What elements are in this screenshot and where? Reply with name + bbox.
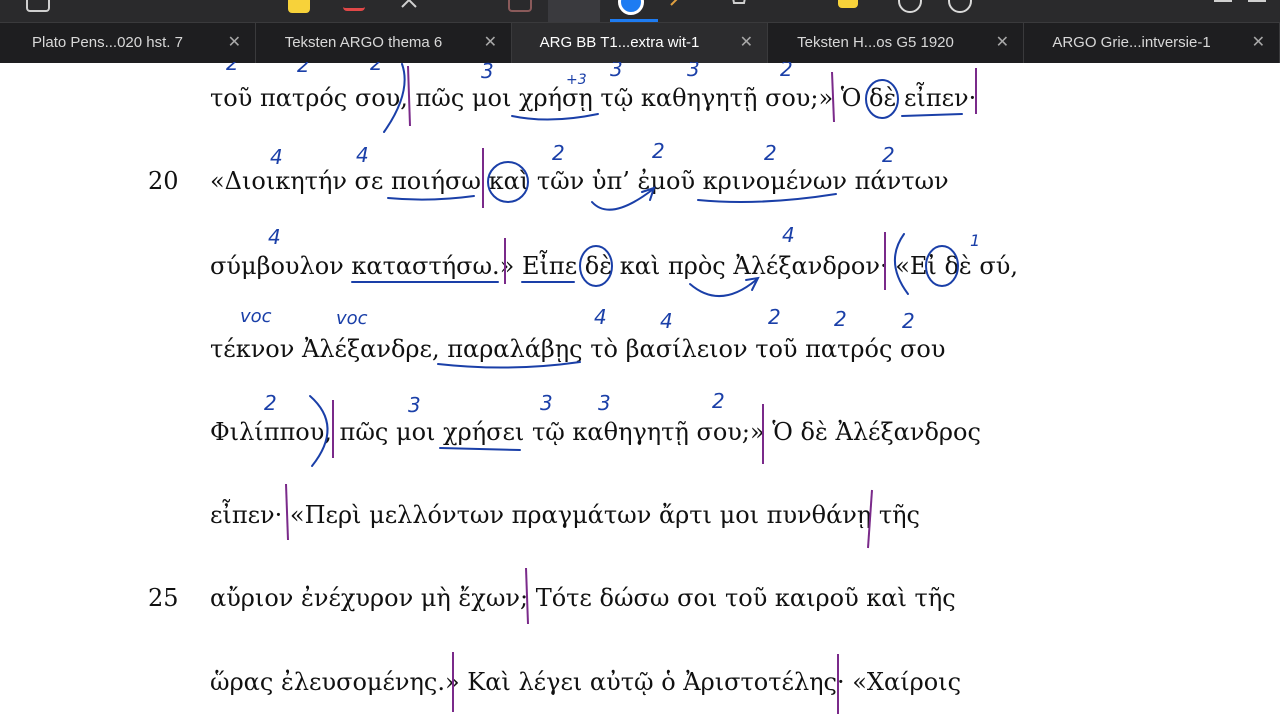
tag-icon[interactable] — [728, 0, 750, 13]
color-picker-icon[interactable] — [618, 0, 644, 15]
ink-underline — [697, 193, 837, 203]
ink-number: 4 — [268, 225, 281, 249]
more-icon[interactable] — [1246, 0, 1268, 13]
ink-number: 2 — [552, 141, 565, 165]
ink-arrow — [689, 276, 760, 298]
divider-mark — [867, 489, 873, 549]
ink-number: 3 — [598, 391, 611, 415]
ink-number: 2 — [370, 62, 383, 75]
ink-number: 2 — [652, 139, 665, 163]
ink-number: 4 — [270, 145, 283, 169]
annotation-toolbar — [0, 0, 1280, 22]
eraser-icon[interactable] — [668, 0, 690, 13]
tab-teksten-argo-thema-6[interactable]: Teksten ARGO thema 6 ✕ — [256, 23, 512, 63]
ink-annotation: voc — [240, 306, 272, 327]
ink-circle — [579, 245, 613, 287]
ink-number: 2 — [768, 305, 781, 329]
ink-number: 2 — [264, 391, 277, 415]
ink-circle — [487, 161, 529, 203]
ink-underline — [439, 447, 521, 451]
ink-underline — [387, 195, 475, 201]
ink-number: 4 — [782, 223, 795, 247]
ink-annotation: voc — [336, 308, 368, 329]
ink-bracket — [309, 395, 329, 467]
tab-label: Teksten H...os G5 1920 — [797, 34, 954, 51]
tab-close-icon[interactable]: ✕ — [996, 32, 1009, 52]
ink-bracket — [383, 63, 406, 133]
tab-teksten-h-g5[interactable]: Teksten H...os G5 1920 ✕ — [768, 23, 1024, 63]
ink-number: 2 — [780, 62, 793, 81]
ink-number: 2 — [902, 309, 915, 333]
ink-number: 4 — [660, 309, 673, 333]
ink-underline — [511, 113, 599, 121]
pen-icon[interactable] — [548, 0, 600, 22]
ink-number: 2 — [297, 62, 310, 77]
handwritten-annotations: 2 2 2 3 +3 3 3 2 4 4 2 2 2 2 4 4 1 voc v… — [226, 62, 980, 714]
ink-number: +3 — [566, 72, 587, 88]
ink-dividers — [285, 65, 977, 714]
tab-label: ARGO Grie...intversie-1 — [1052, 34, 1211, 51]
divider-mark — [831, 71, 835, 123]
tab-plato-pens[interactable]: Plato Pens...020 hst. 7 ✕ — [0, 23, 256, 63]
ink-number: 2 — [764, 141, 777, 165]
tab-arg-bb-t1[interactable]: ARG BB T1...extra wit-1 ✕ — [512, 23, 768, 63]
ink-number: 3 — [481, 62, 494, 83]
divider-mark — [285, 483, 289, 541]
ink-number: 2 — [882, 143, 895, 167]
ink-number: 4 — [594, 305, 607, 329]
ink-number: 2 — [834, 307, 847, 331]
ink-circle — [925, 245, 959, 287]
ink-number: 4 — [356, 143, 369, 167]
tab-label: Teksten ARGO thema 6 — [284, 34, 443, 51]
ink-number: 3 — [408, 393, 421, 417]
tab-close-icon[interactable]: ✕ — [740, 32, 753, 52]
tab-label: ARG BB T1...extra wit-1 — [539, 34, 700, 51]
share-icon[interactable] — [1212, 0, 1234, 13]
ink-underline — [901, 113, 963, 117]
divider-mark — [525, 567, 529, 625]
undo-icon[interactable] — [898, 0, 922, 13]
ink-number: 2 — [712, 389, 725, 413]
ink-bracket — [893, 233, 909, 295]
ink-arrow — [591, 186, 656, 211]
ink-number: 2 — [226, 62, 239, 75]
ink-number: 3 — [540, 391, 553, 415]
star-icon[interactable] — [838, 0, 858, 8]
highlighter-icon[interactable] — [288, 0, 310, 13]
tab-close-icon[interactable]: ✕ — [228, 32, 241, 52]
ink-underline — [437, 361, 581, 369]
tab-bar: Plato Pens...020 hst. 7 ✕ Teksten ARGO t… — [0, 22, 1280, 63]
document-page[interactable]: τοῦ πατρός σου, πῶς μοι χρήσῃ τῷ καθηγητ… — [0, 62, 1280, 720]
ink-number: 3 — [687, 62, 700, 81]
tab-label: Plato Pens...020 hst. 7 — [32, 34, 183, 51]
ink-number: 1 — [970, 231, 980, 250]
ink-number: 3 — [610, 62, 623, 81]
shapes-icon[interactable] — [508, 0, 532, 12]
redo-icon[interactable] — [948, 0, 972, 13]
menu-grid-icon[interactable] — [26, 0, 50, 12]
tab-close-icon[interactable]: ✕ — [484, 32, 497, 52]
text-color-icon[interactable] — [343, 0, 365, 11]
tab-close-icon[interactable]: ✕ — [1252, 32, 1265, 52]
tab-argo-grie[interactable]: ARGO Grie...intversie-1 ✕ — [1024, 23, 1280, 63]
ink-circle — [865, 79, 899, 119]
divider-mark — [407, 65, 411, 127]
lasso-icon[interactable] — [398, 0, 420, 13]
